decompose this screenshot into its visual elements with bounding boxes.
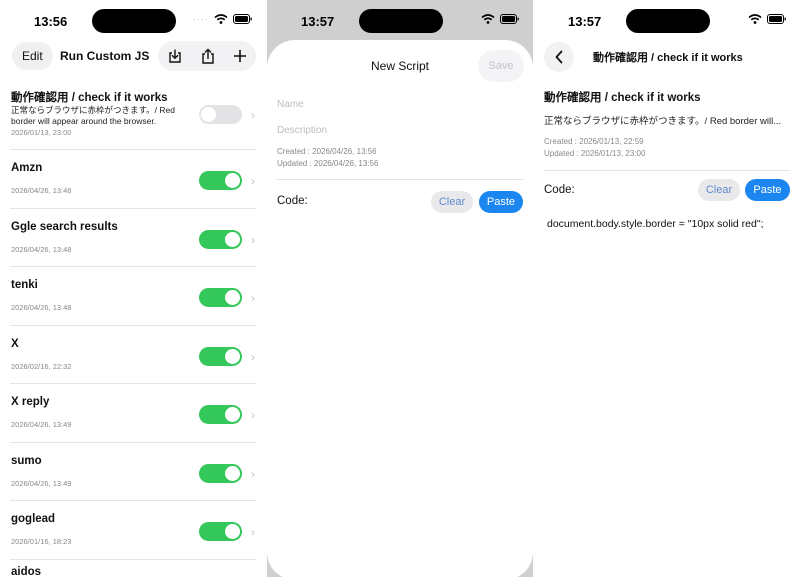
script-name: X reply [11, 396, 50, 408]
paste-button[interactable]: Paste [745, 179, 790, 201]
list-item[interactable]: goglead 2026/01/16, 18:23 › [10, 501, 256, 560]
created-date: Created : 2026/01/13, 22:59 [544, 137, 644, 146]
script-list: 動作確認用 / check if it works 正常ならブラウザに赤枠がつき… [0, 78, 266, 577]
script-name: 動作確認用 / check if it works [11, 92, 168, 104]
script-name: X [11, 337, 19, 350]
clear-button[interactable]: Clear [698, 179, 740, 201]
script-name: tenki [11, 279, 38, 291]
script-name: aidos [11, 565, 42, 577]
list-item[interactable]: aidos [10, 560, 266, 577]
dynamic-island [92, 9, 176, 33]
script-date: 2026/04/26, 13:49 [11, 420, 72, 429]
list-item[interactable]: tenki 2026/04/26, 13:48 › [10, 267, 256, 326]
code-editor[interactable]: document.body.style.border = "10px solid… [547, 218, 764, 230]
updated-date: Updated : 2026/04/26, 13:56 [277, 159, 379, 168]
script-toggle[interactable] [199, 463, 242, 483]
status-time: 13:57 [301, 14, 335, 29]
navigation-bar: Edit Run Custom JS [0, 40, 266, 74]
toolbar [158, 41, 256, 71]
wifi-icon [214, 14, 228, 24]
script-date: 2026/01/16, 18:23 [11, 537, 72, 546]
script-name: 動作確認用 / check if it works [544, 92, 701, 104]
script-toggle[interactable] [199, 229, 242, 249]
battery-icon [767, 14, 786, 24]
wifi-icon [748, 14, 762, 24]
list-item[interactable]: 動作確認用 / check if it works 正常ならブラウザに赤枠がつき… [10, 78, 256, 150]
back-button[interactable] [544, 42, 574, 72]
script-detail-screen: 13:57 動作確認用 / check if it works 動作確認用 / … [534, 0, 800, 577]
divider [544, 170, 790, 171]
dynamic-island [626, 9, 710, 33]
script-description: 正常ならブラウザに赤枠がつきます。/ Red border will appea… [11, 105, 175, 126]
description-input[interactable]: Description [277, 125, 327, 136]
chevron-right-icon: › [251, 408, 255, 422]
chevron-right-icon: › [251, 108, 255, 122]
battery-icon [233, 14, 252, 24]
chevron-right-icon: › [251, 349, 255, 364]
chevron-right-icon: › [251, 525, 255, 539]
plus-icon[interactable] [233, 49, 247, 63]
script-name: Amzn [11, 162, 43, 174]
script-toggle[interactable] [199, 171, 242, 190]
dynamic-island [359, 9, 443, 33]
script-toggle[interactable] [199, 346, 242, 366]
created-date: Created : 2026/04/26, 13:56 [277, 147, 377, 156]
status-time: 13:56 [34, 14, 68, 29]
battery-icon [500, 14, 519, 24]
wifi-icon [481, 14, 495, 24]
new-script-screen: 13:57 aidos New Script Save Name Descrip… [267, 0, 533, 577]
new-script-sheet: New Script Save Name Description Created… [267, 40, 533, 577]
edit-button[interactable]: Edit [12, 42, 53, 70]
share-icon[interactable] [200, 48, 216, 65]
updated-date: Updated : 2026/01/13, 23:00 [544, 149, 646, 158]
script-name: Ggle search results [11, 220, 118, 233]
chevron-right-icon: › [251, 174, 255, 188]
status-bar: 13:56 ···· [0, 0, 266, 40]
page-title: 動作確認用 / check if it works [593, 52, 743, 64]
chevron-right-icon: › [251, 291, 255, 305]
save-button[interactable]: Save [478, 50, 524, 82]
script-toggle[interactable] [199, 288, 242, 307]
paste-button[interactable]: Paste [479, 191, 523, 213]
script-date: 2026/01/13, 23:00 [11, 128, 72, 137]
script-date: 2026/02/16, 22:32 [11, 361, 72, 371]
script-toggle[interactable] [199, 522, 242, 541]
list-item[interactable]: X 2026/02/16, 22:32 › [10, 326, 256, 384]
script-name: sumo [11, 454, 42, 467]
list-item[interactable]: X reply 2026/04/26, 13:49 › [10, 384, 256, 443]
import-icon[interactable] [167, 48, 183, 64]
script-date: 2026/04/26, 13:48 [11, 303, 72, 312]
name-input[interactable]: Name [277, 99, 304, 110]
script-date: 2026/04/26, 13:49 [11, 478, 72, 488]
clear-button[interactable]: Clear [431, 191, 473, 213]
status-time: 13:57 [568, 14, 602, 29]
script-toggle[interactable] [199, 405, 242, 424]
script-date: 2026/04/26, 13:48 [11, 186, 72, 195]
signal-icon: ···· [193, 14, 209, 24]
list-item[interactable]: Amzn 2026/04/26, 13:48 › [10, 150, 256, 209]
script-name: goglead [11, 513, 56, 525]
list-item[interactable]: Ggle search results 2026/04/26, 13:48 › [10, 209, 256, 267]
script-list-screen: 13:56 ···· Edit Run Custom JS 動作確認用 / ch… [0, 0, 266, 577]
status-bar: 13:57 [267, 0, 533, 40]
chevron-right-icon: › [251, 232, 255, 247]
code-label: Code: [277, 195, 308, 207]
list-item[interactable]: sumo 2026/04/26, 13:49 › [10, 443, 256, 501]
script-date: 2026/04/26, 13:48 [11, 244, 72, 254]
code-label: Code: [544, 184, 575, 196]
script-toggle[interactable] [199, 105, 242, 124]
status-bar: 13:57 [534, 0, 800, 40]
back-chevron-icon [555, 50, 563, 64]
page-title: Run Custom JS [60, 49, 150, 63]
script-description: 正常ならブラウザに赤枠がつきます。/ Red border will... [544, 116, 782, 127]
divider [277, 179, 523, 180]
chevron-right-icon: › [251, 466, 255, 481]
